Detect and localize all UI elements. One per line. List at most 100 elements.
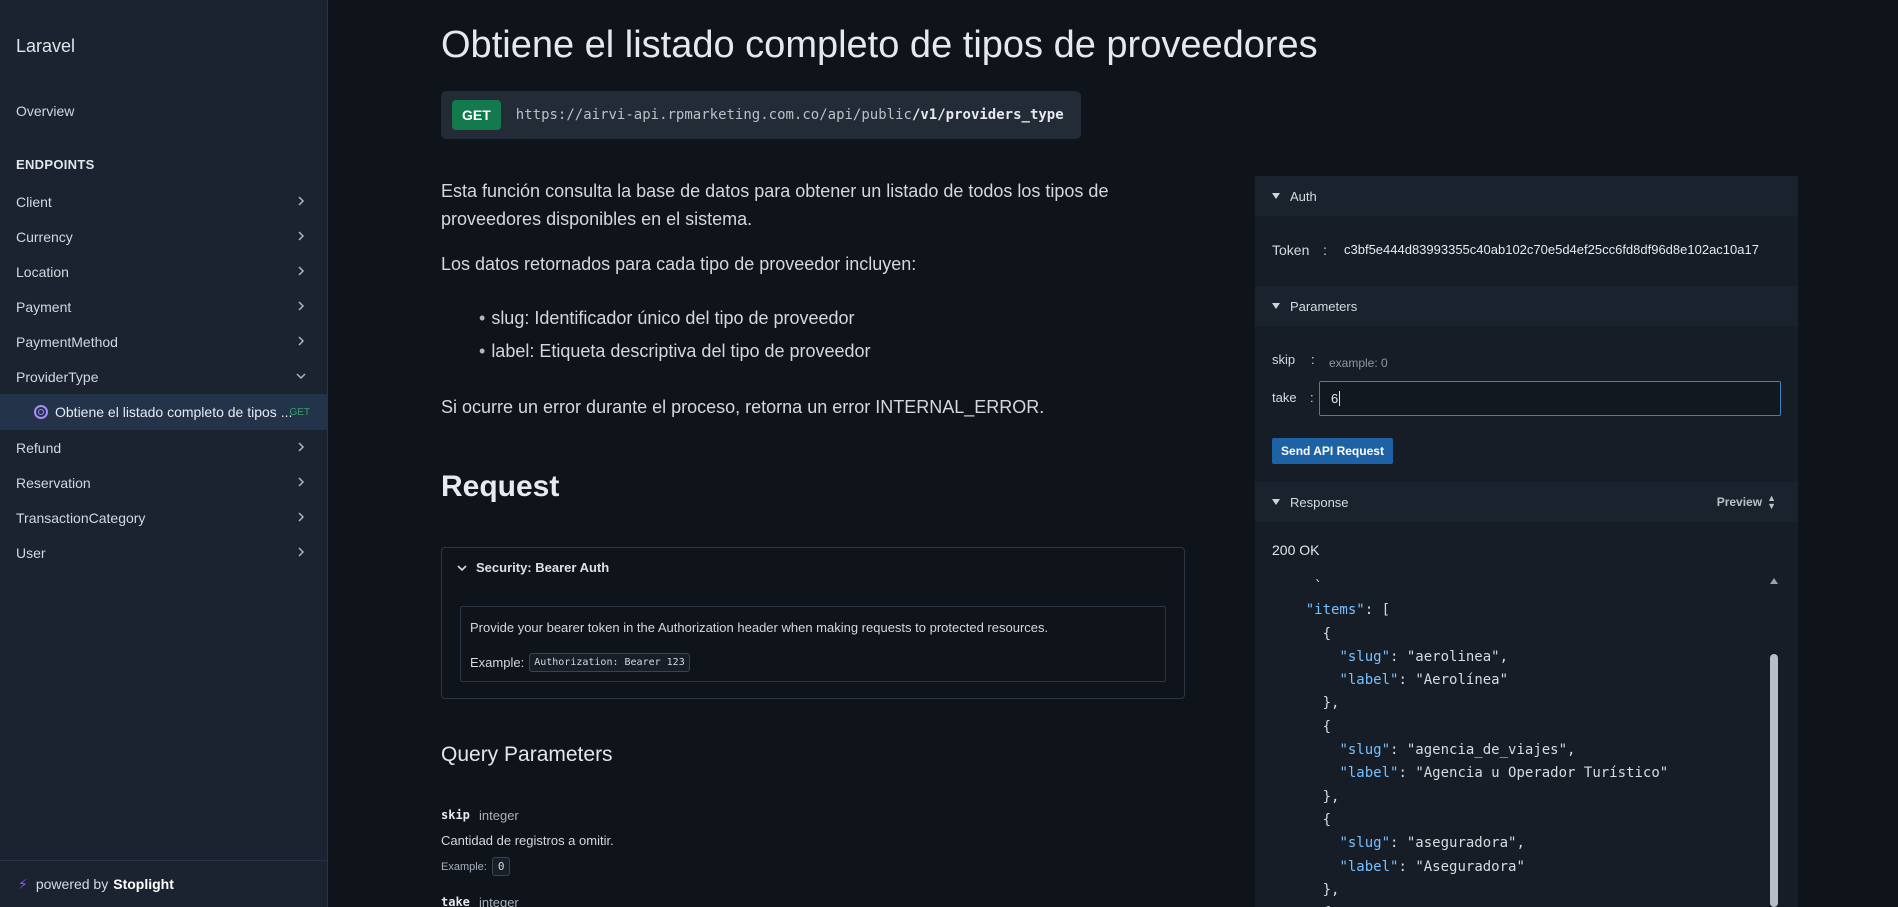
param-description-skip: Cantidad de registros a omitir. — [441, 833, 614, 848]
response-body[interactable]: ` "items": [ { "slug": "aerolinea", "lab… — [1272, 576, 1772, 907]
chevron-right-icon — [298, 336, 305, 346]
powered-by-link[interactable]: ⚡ powered by Stoplight — [0, 860, 328, 907]
endpoint-icon — [34, 405, 48, 419]
caret-down-icon — [1272, 499, 1280, 505]
section-label: Auth — [1290, 188, 1317, 204]
request-heading: Request — [441, 470, 560, 503]
sidebar-item-label: Refund — [16, 439, 62, 456]
token-input[interactable]: c3bf5e444d83993355c40ab102c70e5d4ef25cc6… — [1344, 242, 1774, 257]
code-line: { — [1272, 625, 1332, 642]
code-line: "slug": "aseguradora", — [1339, 835, 1525, 852]
sidebar-item-reservation[interactable]: Reservation — [0, 465, 328, 500]
sidebar-item-label: TransactionCategory — [16, 509, 146, 526]
sidebar-item-providertype[interactable]: ProviderType — [0, 359, 328, 394]
take-value: 6 — [1331, 391, 1339, 406]
bolt-icon: ⚡ — [18, 875, 28, 892]
code-line: }, — [1272, 788, 1340, 805]
brand-name[interactable]: Laravel — [16, 36, 75, 57]
preview-label: Preview — [1716, 495, 1763, 509]
security-example: Example: Authorization: Bearer 123 — [470, 653, 690, 672]
chevron-right-icon — [298, 477, 305, 487]
code-line: "slug": "aerolinea", — [1339, 648, 1509, 665]
token-label: Token — [1272, 242, 1310, 258]
chevron-right-icon — [298, 547, 305, 557]
chevron-right-icon — [298, 512, 305, 522]
sidebar-item-location[interactable]: Location — [0, 254, 328, 289]
endpoint-url[interactable]: https://airvi-api.rpmarketing.com.co/api… — [516, 107, 1064, 123]
code-line: ` — [1272, 579, 1323, 595]
section-label: Response — [1290, 494, 1349, 510]
sidebar-item-refund[interactable]: Refund — [0, 430, 328, 465]
take-label: take — [1272, 390, 1297, 405]
security-description: Provide your bearer token in the Authori… — [470, 620, 1049, 635]
try-it-panel: Auth Token : c3bf5e444d83993355c40ab102c… — [1255, 176, 1798, 907]
take-input[interactable]: 6 — [1319, 381, 1781, 416]
bullet-item: label: Etiqueta descriptiva del tipo de … — [479, 341, 870, 362]
url-path: /v1/providers_type — [911, 107, 1064, 123]
parameters-section-toggle[interactable]: Parameters — [1255, 286, 1798, 326]
code-line: { — [1272, 811, 1332, 828]
param-type-skip: integer — [479, 808, 519, 823]
code-line: }, — [1272, 695, 1340, 712]
colon: : — [1311, 352, 1315, 367]
query-params-heading: Query Parameters — [441, 743, 613, 766]
sidebar-item-user[interactable]: User — [0, 535, 328, 570]
powered-brand: Stoplight — [113, 876, 174, 892]
scroll-up-icon[interactable] — [1770, 578, 1778, 584]
auth-section-toggle[interactable]: Auth — [1255, 176, 1798, 216]
sidebar-item-label: Location — [16, 263, 69, 280]
url-base: https://airvi-api.rpmarketing.com.co/api… — [515, 107, 912, 123]
sidebar-item-payment[interactable]: Payment — [0, 289, 328, 324]
code-line: { — [1272, 718, 1332, 735]
security-panel: Security: Bearer Auth Provide your beare… — [441, 547, 1185, 699]
param-name-skip: skip — [441, 808, 470, 822]
response-scrollbar[interactable] — [1768, 576, 1780, 907]
caret-down-icon — [1272, 193, 1280, 199]
sidebar-item-label: Client — [16, 193, 52, 210]
example-code: Authorization: Bearer 123 — [529, 653, 690, 672]
sidebar-item-transactioncategory[interactable]: TransactionCategory — [0, 500, 328, 535]
sidebar-item-label: Currency — [16, 228, 73, 245]
sidebar-item-label: Obtiene el listado completo de tipos ... — [55, 404, 293, 420]
sidebar-item-client[interactable]: Client — [0, 184, 328, 219]
sidebar-item-paymentmethod[interactable]: PaymentMethod — [0, 324, 328, 359]
skip-label: skip — [1272, 352, 1296, 367]
sidebar-item-label: User — [16, 544, 46, 561]
security-title: Security: Bearer Auth — [476, 560, 610, 575]
sort-arrows-icon: ▲ ▼ — [1767, 493, 1776, 511]
sidebar: Laravel Overview ENDPOINTS Client Currenc… — [0, 0, 328, 907]
example-code: 0 — [491, 857, 511, 876]
chevron-down-icon — [296, 373, 306, 380]
code-line: "items": [ — [1305, 602, 1391, 619]
sidebar-item-currency[interactable]: Currency — [0, 219, 328, 254]
preview-select[interactable]: Preview ▲ ▼ — [1716, 493, 1776, 511]
chevron-right-icon — [298, 196, 305, 206]
text-cursor — [1339, 391, 1341, 406]
method-badge: GET — [452, 100, 501, 130]
response-status: 200 OK — [1272, 542, 1320, 558]
chevron-right-icon — [298, 442, 305, 452]
section-label: Parameters — [1290, 298, 1358, 314]
sidebar-item-overview[interactable]: Overview — [0, 93, 328, 128]
endpoints-heading: ENDPOINTS — [16, 157, 95, 172]
sidebar-item-label: Overview — [16, 102, 75, 119]
response-section-toggle[interactable]: Response Preview ▲ ▼ — [1255, 482, 1798, 522]
param-example-skip: Example: 0 — [441, 857, 511, 876]
example-label: Example: — [441, 860, 487, 873]
code-line: "label": "Agencia u Operador Turístico" — [1339, 765, 1669, 782]
bullet-item: slug: Identificador único del tipo de pr… — [479, 308, 854, 329]
sidebar-item-label: PaymentMethod — [16, 333, 118, 350]
endpoint-url-box: GET https://airvi-api.rpmarketing.com.co… — [441, 91, 1081, 139]
caret-down-icon — [1272, 303, 1280, 309]
colon: : — [1323, 242, 1327, 258]
security-toggle[interactable]: Security: Bearer Auth — [456, 560, 609, 575]
colon: : — [1310, 390, 1314, 405]
skip-input[interactable]: example: 0 — [1319, 349, 1789, 377]
method-tag: GET — [289, 406, 310, 418]
send-api-request-button[interactable]: Send API Request — [1272, 438, 1393, 464]
sidebar-item-active-endpoint[interactable]: Obtiene el listado completo de tipos ...… — [0, 394, 328, 430]
code-line: "label": "Aerolínea" — [1339, 672, 1509, 689]
scroll-thumb[interactable] — [1770, 654, 1778, 907]
sidebar-item-label: Payment — [16, 298, 72, 315]
chevron-down-icon — [457, 564, 467, 571]
